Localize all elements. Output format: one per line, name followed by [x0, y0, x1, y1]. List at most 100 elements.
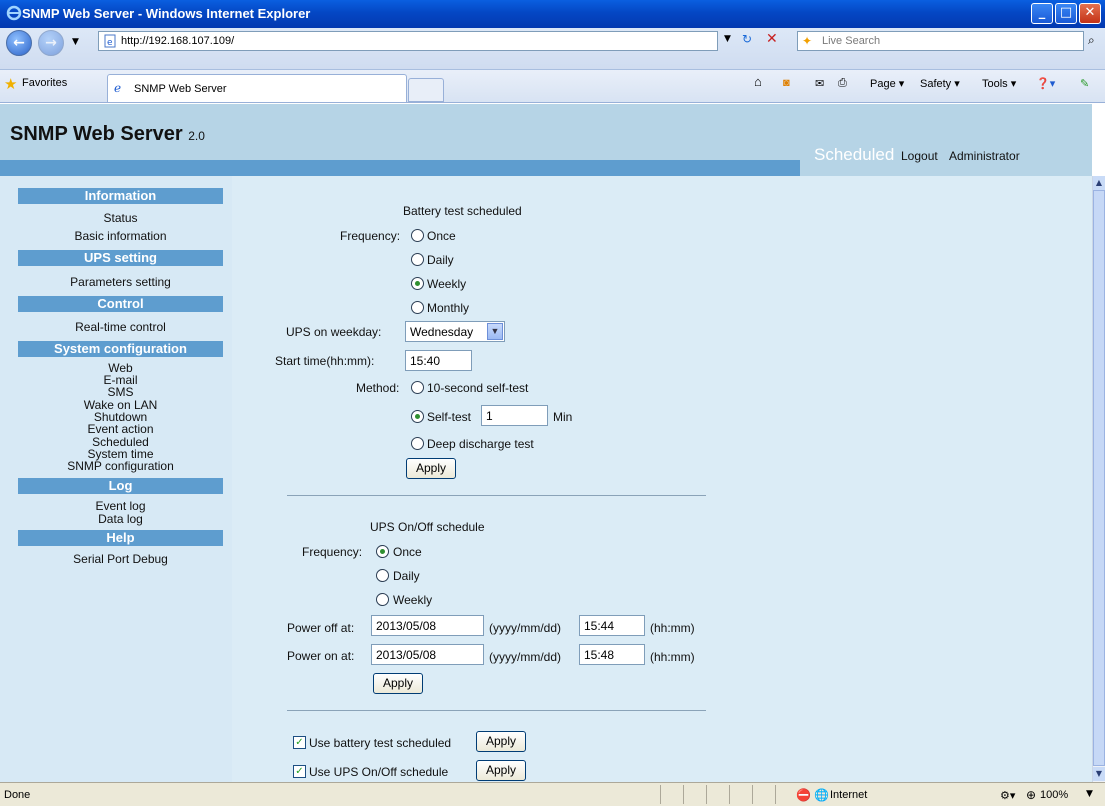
battery-frequency-monthly-radio[interactable] — [411, 301, 424, 314]
new-tab-button[interactable] — [408, 78, 444, 102]
use-battery-test-label: Use battery test scheduled — [309, 736, 452, 750]
safety-menu[interactable]: Safety ▾ — [920, 77, 960, 90]
address-input[interactable]: e http://192.168.107.109/ — [98, 31, 718, 51]
battery-frequency-label: Frequency: — [340, 229, 401, 243]
window-title-bar: SNMP Web Server - Windows Internet Explo… — [0, 0, 1105, 28]
help-icon[interactable]: ❓▾ — [1036, 77, 1055, 90]
sidebar-item-real-time-control[interactable]: Real-time control — [18, 321, 223, 334]
sidebar-section-log: Log — [18, 478, 223, 494]
browser-tab[interactable]: ℯ SNMP Web Server — [107, 74, 407, 102]
sidebar-item-serial-port-debug[interactable]: Serial Port Debug — [18, 553, 223, 566]
power-on-date-input[interactable]: 2013/05/08 — [371, 644, 484, 665]
power-off-time-input[interactable]: 15:44 — [579, 615, 645, 636]
recent-pages-icon[interactable]: ▼ — [72, 37, 79, 47]
sidebar-section-control: Control — [18, 296, 223, 312]
use-battery-test-checkbox[interactable]: ✓ — [293, 736, 306, 749]
svg-text:e: e — [107, 38, 113, 48]
mail-icon[interactable]: ✉ — [815, 77, 824, 90]
method-label: Method: — [356, 381, 400, 395]
sidebar: Information Status Basic information UPS… — [0, 176, 232, 782]
sidebar-item-snmp-configuration[interactable]: SNMP configuration — [18, 460, 223, 473]
vertical-scrollbar[interactable]: ▲ ▼ — [1092, 176, 1105, 782]
favorites-label[interactable]: Favorites — [22, 77, 67, 89]
use-battery-test-apply-button[interactable]: Apply — [476, 731, 526, 752]
search-icon[interactable]: ⌕ — [1088, 33, 1095, 48]
method-10-second-label: 10-second self-test — [427, 381, 529, 395]
onoff-heading: UPS On/Off schedule — [370, 520, 485, 534]
battery-frequency-once-radio[interactable] — [411, 229, 424, 242]
battery-test-apply-button[interactable]: Apply — [406, 458, 456, 479]
scroll-thumb[interactable] — [1093, 190, 1105, 766]
zoom-icon[interactable]: ⊕ — [1026, 788, 1036, 802]
sidebar-section-system-configuration: System configuration — [18, 341, 223, 357]
battery-frequency-monthly-label: Monthly — [427, 301, 470, 315]
method-self-test-radio[interactable] — [411, 410, 424, 423]
zoom-dropdown-icon[interactable]: ▼ — [1086, 789, 1093, 799]
sidebar-item-data-log[interactable]: Data log — [18, 513, 223, 526]
power-off-label: Power off at: — [287, 621, 355, 635]
weekday-label: UPS on weekday: — [286, 325, 382, 339]
favorites-star-icon[interactable]: ★ — [4, 75, 17, 93]
live-search-icon: ✦ — [802, 34, 813, 48]
scroll-down-icon[interactable]: ▼ — [1093, 767, 1105, 781]
logout-link[interactable]: Logout — [901, 149, 938, 163]
sidebar-item-status[interactable]: Status — [18, 212, 223, 225]
zoom-level[interactable]: 100% — [1040, 789, 1068, 801]
refresh-icon[interactable]: ↻ — [742, 32, 752, 46]
ie-logo-icon — [6, 5, 22, 21]
onoff-frequency-once-label: Once — [393, 545, 422, 559]
tab-page-icon: ℯ — [114, 81, 122, 95]
sidebar-item-parameters-setting[interactable]: Parameters setting — [18, 276, 223, 289]
battery-frequency-weekly-radio[interactable] — [411, 277, 424, 290]
method-deep-discharge-label: Deep discharge test — [427, 437, 534, 451]
main-content: Battery test scheduled Frequency: Once D… — [232, 176, 1092, 782]
sidebar-section-information: Information — [18, 188, 223, 204]
battery-frequency-weekly-label: Weekly — [427, 277, 467, 291]
popup-blocker-icon[interactable]: ⚙▾ — [1000, 789, 1015, 802]
forward-button[interactable]: → — [38, 30, 64, 56]
search-input[interactable]: ✦ Live Search — [797, 31, 1084, 51]
status-bar: Done ⛔ 🌐 Internet ⚙▾ ⊕ 100% ▼ — [0, 782, 1105, 806]
research-icon[interactable]: ✎ — [1080, 77, 1089, 90]
stop-icon[interactable]: ✕ — [766, 31, 778, 47]
back-button[interactable]: ← — [6, 30, 32, 56]
power-off-time-format: (hh:mm) — [650, 621, 695, 635]
address-toolbar: ← → ▼ e http://192.168.107.109/ ▼ ↻ ✕ ✦ … — [0, 28, 1105, 70]
sidebar-item-basic-information[interactable]: Basic information — [18, 230, 223, 243]
start-time-input[interactable]: 15:40 — [405, 350, 472, 371]
home-icon[interactable]: ⌂ — [754, 74, 762, 89]
battery-frequency-once-label: Once — [427, 229, 456, 243]
close-button[interactable]: ✕ — [1079, 3, 1101, 24]
onoff-frequency-once-radio[interactable] — [376, 545, 389, 558]
use-onoff-apply-button[interactable]: Apply — [476, 760, 526, 781]
weekday-select[interactable]: Wednesday ▼ — [405, 321, 505, 342]
tools-menu[interactable]: Tools ▾ — [982, 77, 1016, 90]
power-off-date-input[interactable]: 2013/05/08 — [371, 615, 484, 636]
page-icon: e — [104, 34, 116, 48]
brand-title: SNMP Web Server 2.0 — [10, 123, 205, 145]
power-on-time-format: (hh:mm) — [650, 650, 695, 664]
scroll-up-icon[interactable]: ▲ — [1093, 176, 1105, 190]
divider — [287, 495, 706, 496]
maximize-button[interactable]: □ — [1055, 3, 1077, 24]
battery-frequency-daily-radio[interactable] — [411, 253, 424, 266]
use-onoff-checkbox[interactable]: ✓ — [293, 765, 306, 778]
feeds-icon[interactable]: ◙ — [783, 77, 790, 89]
page-menu[interactable]: Page ▾ — [870, 77, 904, 90]
minimize-button[interactable]: _ — [1031, 3, 1053, 24]
start-time-label: Start time(hh:mm): — [275, 354, 375, 368]
print-icon[interactable]: ⎙ — [838, 77, 847, 90]
sidebar-section-help: Help — [18, 530, 223, 546]
onoff-frequency-weekly-radio[interactable] — [376, 593, 389, 606]
address-dropdown-icon[interactable]: ▼ — [724, 34, 731, 44]
battery-frequency-daily-label: Daily — [427, 253, 454, 267]
internet-zone-icon: 🌐 — [814, 788, 829, 802]
onoff-frequency-daily-radio[interactable] — [376, 569, 389, 582]
method-10-second-radio[interactable] — [411, 381, 424, 394]
onoff-apply-button[interactable]: Apply — [373, 673, 423, 694]
page-header: SNMP Web Server 2.0 Scheduled Logout Adm… — [0, 104, 1092, 176]
power-on-time-input[interactable]: 15:48 — [579, 644, 645, 665]
current-page-title: Scheduled — [814, 145, 895, 164]
self-test-minutes-input[interactable]: 1 — [481, 405, 548, 426]
method-deep-discharge-radio[interactable] — [411, 437, 424, 450]
